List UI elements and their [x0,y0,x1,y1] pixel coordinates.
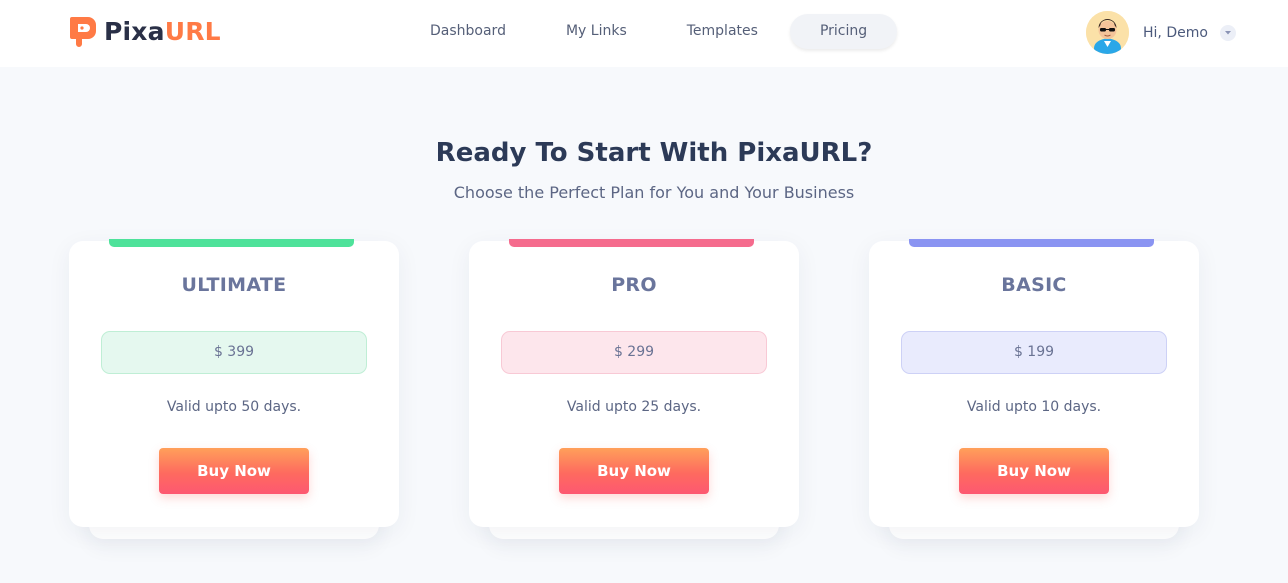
plan-card: BASIC $ 199 Valid upto 10 days. Buy Now [869,239,1199,527]
pixaurl-logo-icon [68,15,98,48]
nav-dashboard[interactable]: Dashboard [400,14,536,49]
nav-my-links[interactable]: My Links [536,14,657,49]
plan-accent-bar [909,239,1154,247]
caret-down-icon[interactable] [1219,24,1236,41]
plan-validity: Valid upto 10 days. [966,399,1102,415]
plan-accent-bar [509,239,754,247]
plan-card: PRO $ 299 Valid upto 25 days. Buy Now [469,239,799,527]
plan-card-pro: PRO $ 299 Valid upto 25 days. Buy Now [469,239,799,539]
plan-card: ULTIMATE $ 399 Valid upto 50 days. Buy N… [69,239,399,527]
plan-name: PRO [611,274,657,296]
plan-validity: Valid upto 50 days. [166,399,302,415]
brand-name: PixaURL [104,17,221,46]
brand-name-part2: URL [164,17,221,46]
main-nav: Dashboard My Links Templates Pricing [400,14,898,49]
plan-card-ultimate: ULTIMATE $ 399 Valid upto 50 days. Buy N… [69,239,399,539]
plan-card-basic: BASIC $ 199 Valid upto 10 days. Buy Now [869,239,1199,539]
top-header: PixaURL Dashboard My Links Templates Pri… [0,0,1288,67]
nav-pricing[interactable]: Pricing [789,14,898,49]
page-title: Ready To Start With PixaURL? [435,138,873,168]
plan-price: $ 199 [901,331,1167,374]
page-subtitle: Choose the Perfect Plan for You and Your… [453,183,855,202]
logo[interactable]: PixaURL [68,15,221,48]
nav-templates[interactable]: Templates [657,14,788,49]
buy-now-button[interactable]: Buy Now [159,448,309,494]
plan-price: $ 299 [501,331,767,374]
user-menu[interactable]: Hi, Demo [1086,11,1236,54]
plan-name: ULTIMATE [181,274,287,296]
buy-now-button[interactable]: Buy Now [559,448,709,494]
user-greeting: Hi, Demo [1143,24,1208,41]
plan-accent-bar [109,239,354,247]
plan-price: $ 399 [101,331,367,374]
brand-name-part1: Pixa [104,17,165,46]
plan-validity: Valid upto 25 days. [566,399,702,415]
avatar-icon[interactable] [1086,11,1129,54]
plan-name: BASIC [1001,274,1067,296]
buy-now-button[interactable]: Buy Now [959,448,1109,494]
